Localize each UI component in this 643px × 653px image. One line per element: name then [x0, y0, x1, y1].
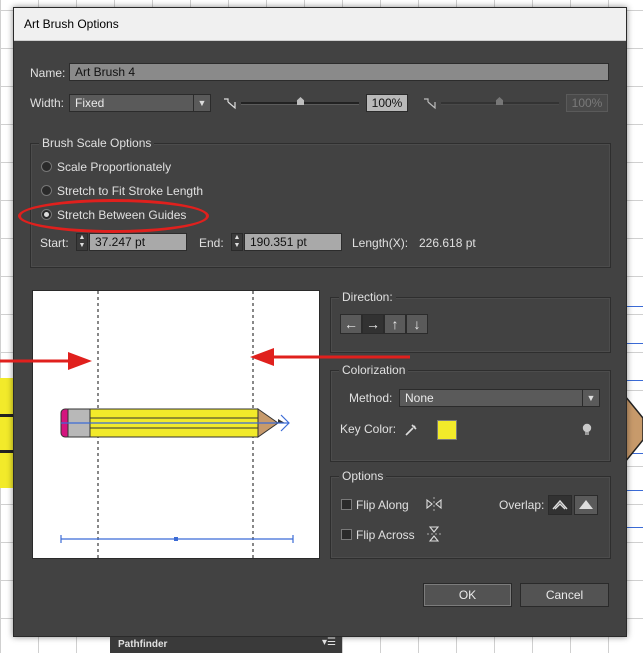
pathfinder-label: Pathfinder	[118, 639, 168, 650]
flip-along-checkbox[interactable]	[341, 499, 352, 510]
stroke-length-indicator	[60, 535, 294, 543]
brush-preview-art	[60, 291, 294, 558]
overlap-adjust-button[interactable]	[548, 495, 572, 515]
end-input[interactable]: 190.351 pt	[244, 233, 342, 251]
colorization-group: Colorization	[330, 363, 611, 462]
width-select-value: Fixed	[75, 96, 105, 110]
canvas-guide	[625, 490, 643, 491]
chevron-down-icon: ▼	[193, 95, 210, 111]
options-group: Options	[330, 469, 611, 559]
direction-right-button[interactable]: →	[362, 314, 384, 334]
start-input[interactable]: 37.247 pt	[89, 233, 187, 251]
annotation-arrows	[0, 348, 410, 370]
key-color-swatch[interactable]	[437, 420, 457, 440]
radio-scale-proportionately[interactable]	[41, 161, 52, 172]
width-max-slider-thumb	[496, 97, 503, 105]
width-percent-input[interactable]: 100%	[366, 94, 408, 112]
flip-along-icon	[426, 497, 442, 511]
canvas-guide	[625, 527, 643, 528]
canvas-guide	[625, 306, 643, 307]
radio-stretch-to-fit[interactable]	[41, 185, 52, 196]
overlap-label: Overlap:	[499, 498, 545, 512]
canvas-guide	[625, 343, 643, 344]
direction-left-button[interactable]: ←	[340, 314, 362, 334]
method-label: Method:	[349, 391, 393, 405]
annotation-highlight-ellipse	[18, 199, 209, 233]
width-label: Width:	[30, 96, 65, 110]
direction-buttons: ← → ↑ ↓	[340, 314, 428, 334]
start-label: Start:	[40, 236, 69, 250]
panel-menu-icon[interactable]: ▾☰	[322, 637, 336, 648]
direction-title: Direction:	[339, 290, 396, 304]
lightbulb-tips-icon[interactable]	[580, 422, 594, 438]
flip-along-label[interactable]: Flip Along	[356, 498, 409, 512]
key-color-label: Key Color:	[340, 422, 397, 436]
cancel-button[interactable]: Cancel	[520, 583, 609, 607]
pressure-min-icon	[224, 98, 236, 110]
length-label: Length(X):	[352, 236, 409, 250]
art-brush-options-dialog: Art Brush Options Name: Art Brush 4 Widt…	[13, 7, 627, 637]
eyedropper-icon[interactable]	[403, 422, 419, 438]
brush-preview[interactable]	[32, 290, 320, 559]
length-value: 226.618 pt	[419, 236, 476, 250]
flip-across-checkbox[interactable]	[341, 529, 352, 540]
pressure-max-icon	[424, 98, 436, 110]
start-stepper[interactable]: ▲ ▼	[76, 233, 88, 251]
background-pencil-tip-art	[625, 396, 643, 462]
pencil-art	[60, 408, 290, 438]
stretch-to-fit-label[interactable]: Stretch to Fit Stroke Length	[57, 184, 203, 198]
options-title: Options	[339, 469, 387, 483]
ok-button[interactable]: OK	[423, 583, 512, 607]
overlap-no-adjust-button[interactable]	[574, 495, 598, 515]
overlap-adjust-icon	[552, 499, 568, 510]
name-label: Name:	[30, 66, 66, 80]
pathfinder-panel-tab[interactable]: Pathfinder ▾☰	[110, 637, 342, 653]
method-select[interactable]: None ▼	[399, 389, 600, 407]
dialog-titlebar[interactable]: Art Brush Options	[14, 8, 626, 41]
name-input[interactable]: Art Brush 4	[69, 63, 609, 81]
end-label: End:	[199, 236, 224, 250]
overlap-no-adjust-icon	[579, 500, 593, 509]
width-slider-thumb[interactable]	[297, 97, 304, 105]
width-select[interactable]: Fixed ▼	[69, 94, 211, 112]
canvas-guide	[625, 380, 643, 381]
width-percent-max-input: 100%	[566, 94, 608, 112]
brush-scale-options-title: Brush Scale Options	[39, 136, 155, 150]
end-stepper[interactable]: ▲ ▼	[231, 233, 243, 251]
flip-across-icon	[427, 526, 441, 542]
method-select-value: None	[405, 391, 434, 405]
direction-down-button[interactable]: ↓	[406, 314, 428, 334]
dialog-title: Art Brush Options	[24, 17, 119, 31]
flip-across-label[interactable]: Flip Across	[356, 528, 415, 542]
direction-up-button[interactable]: ↑	[384, 314, 406, 334]
chevron-down-icon: ▼	[582, 390, 599, 406]
scale-proportionately-label[interactable]: Scale Proportionately	[57, 160, 171, 174]
